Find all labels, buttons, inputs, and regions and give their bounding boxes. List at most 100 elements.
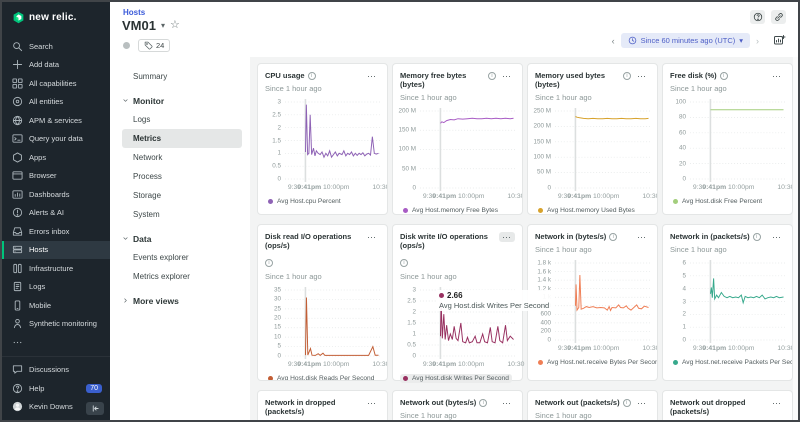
chart-header: Disk read I/O operations (ops/s)⋯	[265, 232, 380, 251]
sidebar-item-label: Dashboards	[29, 190, 69, 199]
chart-legend[interactable]: Avg Host.net.receive Packets Per Second	[670, 358, 793, 367]
breadcrumb[interactable]: Hosts	[123, 8, 145, 17]
subnav-item-storage[interactable]: Storage	[122, 186, 242, 205]
sidebar-item-all-entities[interactable]: All entities	[2, 93, 110, 112]
x-axis: 9:309:41pm10:00pm10:30	[690, 182, 785, 193]
plot[interactable]	[555, 108, 650, 191]
chart-menu-button[interactable]: ⋯	[499, 71, 515, 81]
ellipsis-icon	[12, 337, 23, 348]
sidebar-item-alerts-ai[interactable]: Alerts & AI	[2, 204, 110, 223]
x-axis: 9:309:41pm10:00pm10:30	[285, 359, 380, 370]
subnav-group-more-views[interactable]: More views	[122, 291, 242, 310]
info-icon[interactable]: i	[753, 233, 761, 241]
query-icon	[12, 133, 23, 144]
plot[interactable]	[555, 260, 650, 343]
title-dropdown-caret-icon[interactable]: ▾	[161, 21, 165, 30]
subnav-group-monitor[interactable]: Monitor	[122, 91, 242, 110]
sidebar-item-browser[interactable]: Browser	[2, 167, 110, 186]
sidebar-item-label: Hosts	[29, 245, 48, 254]
info-icon[interactable]: i	[265, 259, 273, 267]
info-icon[interactable]: i	[479, 399, 487, 407]
sidebar-item-errors-inbox[interactable]: Errors inbox	[2, 222, 110, 241]
chart-menu-button[interactable]: ⋯	[769, 398, 785, 408]
time-back-button[interactable]: ‹	[610, 36, 617, 46]
chart-legend[interactable]: Avg Host.disk Writes Per Second	[400, 374, 512, 383]
subnav-item-metrics-explorer[interactable]: Metrics explorer	[122, 267, 242, 286]
favorite-star-icon[interactable]: ☆	[170, 20, 180, 31]
plot[interactable]	[690, 99, 785, 182]
y-tick-label: 80	[679, 114, 686, 121]
chart-menu-button[interactable]: ⋯	[769, 232, 785, 242]
info-icon[interactable]: i	[623, 72, 631, 80]
chart-menu-button[interactable]: ⋯	[769, 71, 785, 81]
subnav-item-summary[interactable]: Summary	[122, 67, 242, 86]
chart-menu-button[interactable]: ⋯	[364, 71, 380, 81]
time-forward-button[interactable]: ›	[754, 36, 761, 46]
info-icon[interactable]: i	[308, 72, 316, 80]
plot[interactable]: 2.66Avg Host.disk Writes Per Second	[420, 287, 515, 359]
sidebar-item-apm-services[interactable]: APM & services	[2, 111, 110, 130]
sidebar-item-apps[interactable]: Apps	[2, 148, 110, 167]
chart-legend[interactable]: Avg Host.net.receive Bytes Per Second	[535, 358, 658, 367]
subnav-item-process[interactable]: Process	[122, 167, 242, 186]
chart-legend[interactable]: Avg Host.memory Free Bytes	[400, 206, 501, 215]
plot[interactable]	[690, 260, 785, 343]
info-icon[interactable]: i	[400, 259, 408, 267]
chart-subtitle: Since 1 hour ago	[535, 245, 650, 254]
sidebar-item-hosts[interactable]: Hosts	[2, 241, 110, 260]
chart-menu-button[interactable]: ⋯	[364, 398, 380, 408]
new-relic-logo[interactable]: new relic.	[2, 2, 110, 30]
chart-menu-button[interactable]: ⋯	[634, 232, 650, 242]
subnav-item-system[interactable]: System	[122, 205, 242, 224]
subnav-item-events-explorer[interactable]: Events explorer	[122, 248, 242, 267]
sidebar-collapse-button[interactable]	[86, 402, 104, 415]
info-icon[interactable]: i	[720, 72, 728, 80]
info-icon[interactable]: i	[623, 399, 631, 407]
plot[interactable]	[285, 287, 380, 359]
chart-menu-button[interactable]: ⋯	[499, 232, 515, 242]
info-icon[interactable]: i	[488, 72, 496, 80]
scrollbar[interactable]	[793, 57, 798, 420]
legend-label: Avg Host.cpu Percent	[277, 198, 341, 205]
sidebar-item-add-data[interactable]: Add data	[2, 56, 110, 75]
sidebar-item-synthetic-monitoring[interactable]: Synthetic monitoring	[2, 315, 110, 334]
sidebar-item-all-capabilities[interactable]: All capabilities	[2, 74, 110, 93]
chart-legend[interactable]: Avg Host.disk Reads Per Second	[265, 374, 377, 381]
chart-menu-button[interactable]: ⋯	[634, 71, 650, 81]
x-tick-label: 9:41pm	[567, 345, 591, 352]
y-tick-label: 0.5	[407, 341, 416, 348]
help-button[interactable]	[750, 10, 765, 24]
plot[interactable]	[420, 108, 515, 191]
sidebar-item-dashboards[interactable]: Dashboards	[2, 185, 110, 204]
legend-dot	[673, 360, 678, 365]
subnav-group-data[interactable]: Data	[122, 229, 242, 248]
share-link-button[interactable]	[771, 10, 786, 24]
sidebar-item-logs[interactable]: Logs	[2, 278, 110, 297]
sidebar-item-query-your-data[interactable]: Query your data	[2, 130, 110, 149]
subnav-item-logs[interactable]: Logs	[122, 110, 242, 129]
sidebar-footer-discussions[interactable]: Discussions	[2, 361, 110, 380]
y-tick-label: 2.5	[407, 297, 416, 304]
chart-menu-button[interactable]: ⋯	[634, 398, 650, 408]
y-tick-label: 250 M	[533, 107, 551, 114]
y-tick-label: 0	[277, 352, 281, 359]
chart-legend[interactable]: Avg Host.disk Free Percent	[670, 197, 765, 206]
sidebar-item-infrastructure[interactable]: Infrastructure	[2, 259, 110, 278]
y-tick-label: 1	[412, 330, 416, 337]
sidebar-footer-help[interactable]: Help70	[2, 379, 110, 398]
x-tick-label: 10:30	[372, 361, 388, 368]
add-to-dashboard-button[interactable]	[773, 34, 786, 47]
subnav-item-metrics[interactable]: Metrics	[122, 129, 242, 148]
tags-badge[interactable]: 24	[138, 39, 170, 52]
sidebar-item-more[interactable]	[2, 333, 110, 352]
plot[interactable]	[285, 99, 380, 182]
time-picker[interactable]: Since 60 minutes ago (UTC) ▾	[621, 33, 750, 48]
chart-legend[interactable]: Avg Host.cpu Percent	[265, 197, 344, 206]
sidebar-item-mobile[interactable]: Mobile	[2, 296, 110, 315]
info-icon[interactable]: i	[609, 233, 617, 241]
chart-menu-button[interactable]: ⋯	[499, 398, 515, 408]
sidebar-item-search[interactable]: Search	[2, 37, 110, 56]
chart-menu-button[interactable]: ⋯	[364, 232, 380, 242]
chart-legend[interactable]: Avg Host.memory Used Bytes	[535, 206, 638, 215]
subnav-item-network[interactable]: Network	[122, 148, 242, 167]
